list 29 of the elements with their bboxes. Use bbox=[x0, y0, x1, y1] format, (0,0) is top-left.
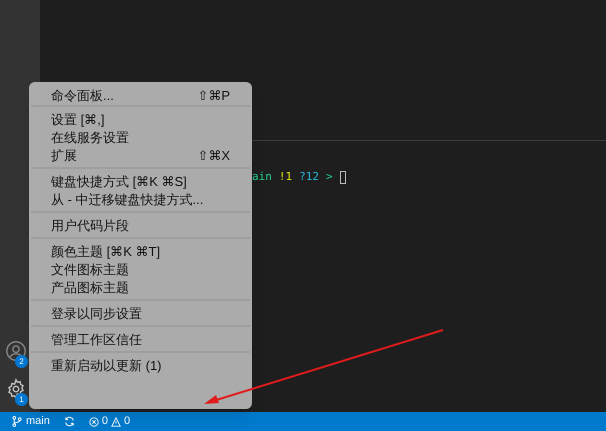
menu-item[interactable]: 在线服务设置 bbox=[31, 128, 250, 146]
menu-item[interactable]: 设置 [⌘,] bbox=[31, 110, 250, 128]
menu-item[interactable]: 命令面板... ⇧⌘P bbox=[31, 86, 250, 104]
error-icon bbox=[88, 416, 99, 426]
sync-icon[interactable] bbox=[64, 416, 75, 427]
menu-item[interactable]: 从 - 中迁移键盘快捷方式... bbox=[31, 190, 250, 208]
menu-item[interactable]: 文件图标主题 bbox=[31, 260, 250, 278]
menu-item[interactable]: 扩展 ⇧⌘X bbox=[31, 146, 250, 164]
error-count[interactable]: 0 bbox=[102, 413, 108, 430]
menu-item[interactable]: 登录以同步设置 bbox=[31, 304, 250, 322]
branch-name[interactable]: main bbox=[26, 413, 50, 430]
terminal-text: !1 bbox=[278, 169, 292, 185]
notification-badge: 1 bbox=[15, 393, 28, 406]
terminal-cursor bbox=[340, 170, 346, 184]
settings-icon[interactable] bbox=[5, 378, 27, 400]
terminal-text: ?12 bbox=[299, 169, 319, 185]
warning-icon bbox=[110, 416, 121, 426]
menu-item[interactable]: 管理工作区信任 bbox=[31, 330, 250, 348]
menu-item[interactable]: 产品图标主题 bbox=[31, 278, 250, 296]
menu-item[interactable]: 颜色主题 [⌘K ⌘T] bbox=[31, 242, 250, 260]
menu-item[interactable]: 键盘快捷方式 [⌘K ⌘S] bbox=[31, 172, 250, 190]
account-icon[interactable] bbox=[5, 340, 27, 362]
branch-icon bbox=[12, 416, 22, 427]
warning-count[interactable]: 0 bbox=[124, 413, 130, 430]
menu-item[interactable]: 重新启动以更新 (1) bbox=[31, 356, 250, 374]
terminal-text: ain bbox=[252, 169, 272, 185]
menu-item[interactable]: 用户代码片段 bbox=[31, 216, 250, 234]
notification-badge: 2 bbox=[15, 355, 28, 368]
terminal-text: > bbox=[326, 169, 333, 185]
